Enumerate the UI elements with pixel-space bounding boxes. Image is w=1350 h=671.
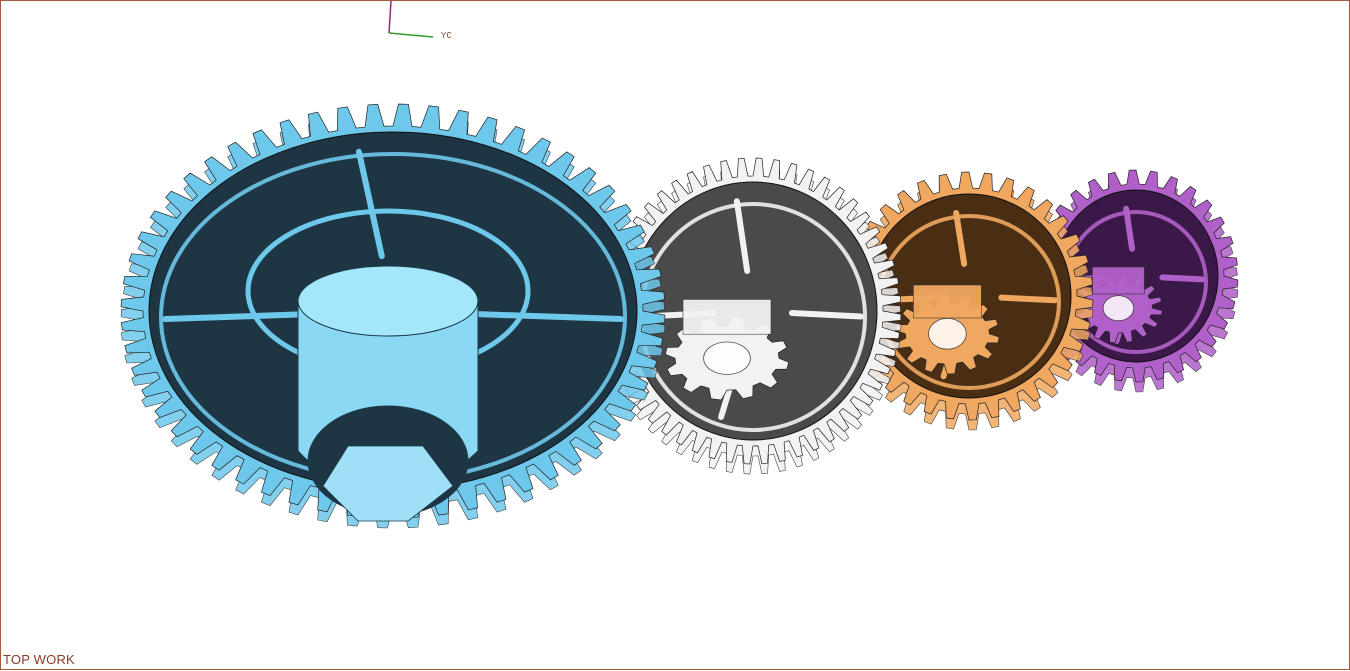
large-cyan-gear-hub-top [297,265,479,337]
y-axis-line [388,32,434,38]
purple-gear-pinion-body [1092,266,1145,295]
orange-gear-bore [928,317,967,350]
white-gear-pinion-body [682,299,772,335]
yc-axis-label: YC [441,31,452,41]
white-gear-spoke-1 [788,310,864,320]
orange-gear-spoke-1 [998,294,1058,304]
orange-gear-pinion-body [913,284,982,319]
purple-gear-spoke-1 [1159,274,1205,283]
graphics-viewport[interactable]: YC TOP WORK [0,0,1350,670]
gear-assembly-scene[interactable] [1,1,1350,671]
white-gear-bore [703,341,751,375]
large-cyan-gear[interactable] [120,103,666,529]
purple-gear-bore [1102,295,1135,322]
wcs-triad [388,1,434,38]
gears-layer [120,103,1239,529]
view-name-label: TOP WORK [3,652,75,667]
z-axis-line [388,1,392,34]
